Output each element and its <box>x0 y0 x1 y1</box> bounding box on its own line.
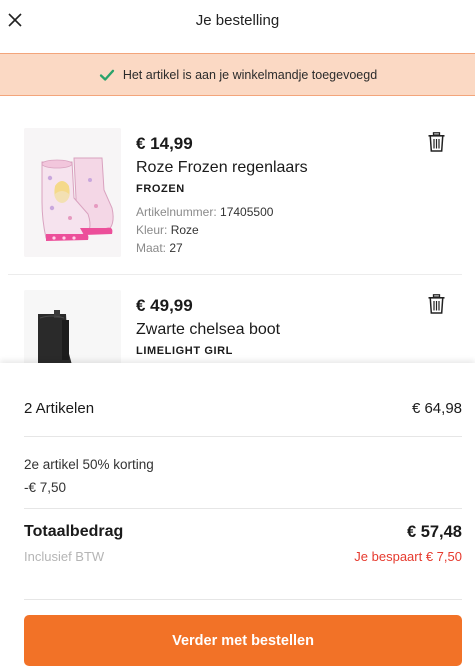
item-divider <box>8 274 462 275</box>
order-summary: 2 Artikelen € 64,98 2e artikel 50% korti… <box>0 363 475 671</box>
discount-label: 2e artikel 50% korting <box>24 457 154 472</box>
articles-subtotal: € 64,98 <box>411 400 462 417</box>
summary-divider <box>24 599 462 600</box>
item-price: € 14,99 <box>136 134 193 153</box>
total-value: € 57,48 <box>406 523 462 541</box>
trash-icon[interactable] <box>428 132 445 152</box>
checkmark-icon <box>99 69 114 81</box>
item-brand: FROZEN <box>136 183 185 195</box>
trash-icon[interactable] <box>428 294 445 314</box>
item-name[interactable]: Zwarte chelsea boot <box>136 321 280 339</box>
item-price: € 49,99 <box>136 296 193 315</box>
vat-note: Inclusief BTW <box>24 549 105 564</box>
item-name[interactable]: Roze Frozen regenlaars <box>136 159 308 177</box>
total-label: Totaalbedrag <box>24 523 124 540</box>
continue-checkout-label: Verder met bestellen <box>172 632 314 649</box>
cart-item-list[interactable]: € 14,99 Roze Frozen regenlaars FROZEN Ar… <box>0 97 475 363</box>
articles-count-label: 2 Artikelen <box>24 400 95 417</box>
item-brand: LIMELIGHT GIRL <box>136 345 234 357</box>
product-image[interactable] <box>24 290 121 363</box>
success-banner: Het artikel is aan je winkelmandje toege… <box>0 53 475 96</box>
product-image[interactable] <box>24 128 121 257</box>
banner-message: Het artikel is aan je winkelmandje toege… <box>122 67 378 82</box>
continue-checkout-button[interactable]: Verder met bestellen <box>24 615 462 666</box>
item-size: Maat: 27 <box>136 241 183 255</box>
cart-item: € 14,99 Roze Frozen regenlaars FROZEN Ar… <box>0 128 475 274</box>
cart-item: € 49,99 Zwarte chelsea boot LIMELIGHT GI… <box>0 290 475 363</box>
discount-value: -€ 7,50 <box>24 480 67 495</box>
summary-divider <box>24 436 462 437</box>
pink-rain-boot-image <box>24 128 121 257</box>
black-chelsea-boot-image <box>24 290 121 363</box>
saving-text: Je bespaart € 7,50 <box>354 549 462 564</box>
modal-header: Je bestelling <box>0 0 475 53</box>
page-title: Je bestelling <box>195 12 280 29</box>
item-article-number: Artikelnummer: 17405500 <box>136 205 274 219</box>
summary-divider <box>24 508 462 509</box>
item-color: Kleur: Roze <box>136 223 199 237</box>
